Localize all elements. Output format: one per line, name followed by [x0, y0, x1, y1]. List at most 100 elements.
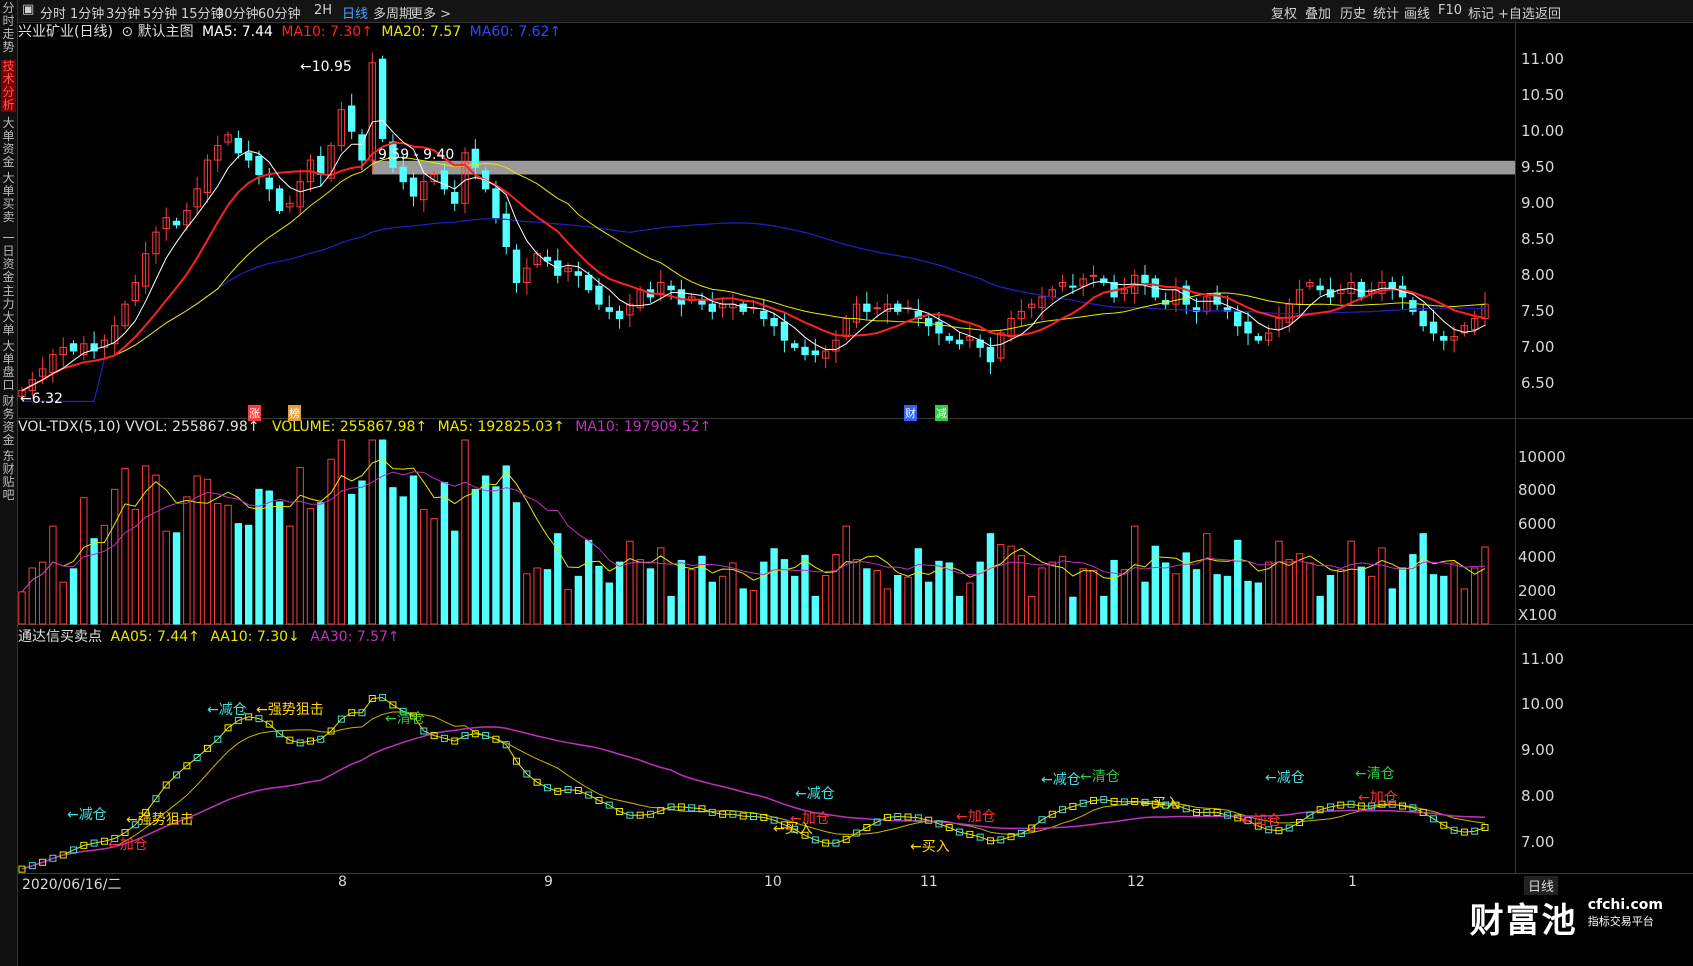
stock-chart[interactable]	[0, 0, 1693, 966]
volume-bar	[584, 539, 593, 625]
candle	[512, 249, 521, 284]
volume-bar	[1100, 595, 1108, 625]
signal-label: ←强势狙击	[256, 702, 324, 718]
month-tick: 9	[544, 874, 553, 890]
volume-bar	[1058, 555, 1067, 625]
volume-bar	[894, 574, 902, 625]
volume-bar	[49, 525, 57, 625]
volume-bar	[945, 562, 953, 625]
candle	[605, 307, 613, 312]
candle	[255, 155, 263, 175]
candle	[1141, 274, 1149, 284]
candle	[317, 155, 325, 175]
volume-bar	[502, 465, 510, 625]
volume-bar	[863, 568, 871, 625]
watermark-brand: 财富池	[1469, 901, 1578, 941]
date-start: 2020/06/16/二	[22, 877, 122, 893]
watermark-tagline: 指标交易平台	[1587, 915, 1654, 928]
ma10-line	[21, 142, 1486, 392]
volume-bar	[214, 503, 222, 625]
candle	[492, 188, 500, 219]
volume-bar	[791, 575, 799, 625]
candle	[265, 177, 273, 190]
volume-bar	[1471, 567, 1479, 625]
month-tick: 11	[920, 874, 938, 890]
volume-bar	[1120, 569, 1129, 625]
aa10-line	[21, 711, 1486, 870]
volume-bar	[409, 475, 418, 625]
volume-bar	[904, 576, 912, 625]
signal-label: ←清仓	[1355, 766, 1395, 782]
volume-bar	[1429, 574, 1438, 625]
volume-bar	[389, 487, 397, 625]
candle	[863, 303, 871, 312]
volume-bar	[687, 569, 696, 625]
volume-bar	[1027, 595, 1036, 625]
month-tick: 12	[1127, 874, 1145, 890]
volume-bar	[1440, 575, 1448, 625]
volume-bar	[1172, 573, 1180, 625]
candle	[595, 285, 603, 305]
volume-bar	[18, 591, 26, 625]
price-tick: 8.00	[1521, 266, 1555, 285]
volume-bar	[492, 486, 500, 625]
volume-bar	[1285, 559, 1293, 625]
volume-bar	[440, 482, 449, 625]
price-tick: 8.50	[1521, 230, 1555, 249]
volume-bar	[100, 524, 109, 625]
aa30-line	[21, 726, 1486, 870]
volume-bar	[1192, 569, 1201, 625]
volume-bar	[1378, 547, 1386, 625]
signal-label: ←加仓	[790, 811, 830, 827]
volume-bar	[1398, 567, 1407, 625]
volume-bar	[667, 595, 675, 625]
volume-bar	[1450, 562, 1458, 625]
volume-bar	[1038, 567, 1046, 625]
volume-bar	[729, 562, 737, 625]
signal-label: ←加仓	[956, 809, 996, 825]
volume-bar	[1079, 568, 1087, 625]
candle	[677, 289, 686, 305]
price-tick: 7.00	[1521, 338, 1555, 357]
candle	[574, 271, 583, 276]
volume-bar	[203, 478, 212, 625]
volume-bar	[275, 501, 284, 625]
candle	[69, 343, 78, 352]
volume-bar	[234, 523, 243, 625]
volume-bar	[1347, 540, 1355, 625]
watermark-url: cfchi.com	[1587, 897, 1663, 913]
volume-bar	[749, 590, 758, 625]
candle	[440, 170, 449, 190]
volume-bar	[59, 581, 67, 625]
indicator-tick: 8.00	[1521, 786, 1555, 805]
signal-label: ←加仓	[108, 837, 148, 853]
volume-bar	[883, 588, 892, 625]
volume-bar	[1141, 581, 1149, 625]
candle	[615, 310, 624, 320]
volume-bar	[121, 467, 129, 625]
signal-label: ←买入	[1140, 796, 1180, 812]
volume-tick: 2000	[1518, 581, 1557, 600]
signal-label: ←清仓	[385, 711, 425, 727]
price-tick: 11.00	[1521, 50, 1564, 69]
volume-bar	[1326, 574, 1335, 625]
indicator-tick: 9.00	[1521, 741, 1555, 760]
volume-bar	[399, 496, 407, 625]
volume-bar	[842, 525, 850, 625]
high-price-label: ←10.95	[300, 59, 352, 75]
month-tick: 1	[1348, 874, 1357, 890]
candle	[667, 285, 675, 291]
volume-bar	[873, 569, 881, 625]
candle	[1089, 274, 1098, 277]
event-badge: 财	[904, 405, 917, 421]
signal-label: ←减仓	[1041, 772, 1081, 788]
candle	[955, 339, 964, 345]
volume-bar	[1017, 554, 1026, 625]
volume-bar	[265, 490, 273, 625]
volume-bar	[821, 574, 830, 625]
volume-bar	[955, 595, 964, 625]
candle	[451, 191, 459, 204]
candle	[1254, 336, 1263, 341]
volume-bar	[708, 581, 716, 625]
candle	[1069, 285, 1077, 288]
